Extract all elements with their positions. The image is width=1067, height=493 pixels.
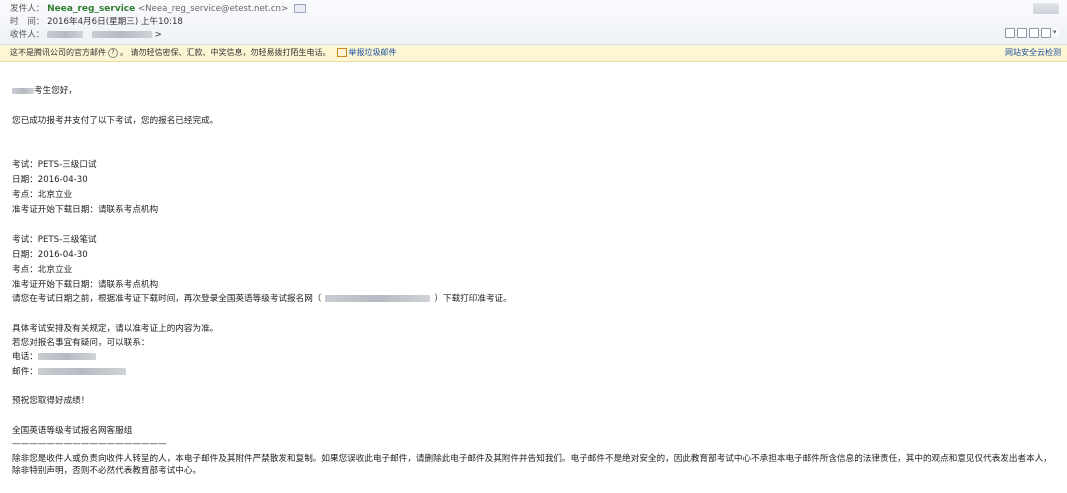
greeting: 考生您好， [34,86,77,96]
exam2-site: 考点：北京立业 [12,265,73,275]
recipient-email-redacted [91,31,152,38]
from-label: 发件人： [10,4,45,14]
chevron-down-icon[interactable]: ▾ [1053,28,1059,36]
warning-caution: 。 请勿轻信密保、汇款、中奖信息，勿轻易拨打陌生电话。 [120,48,331,57]
arrangement-text: 具体考试安排及有关规定，请以准考证上的内容为准。 [12,324,219,334]
original-mail-icon[interactable] [1029,28,1039,38]
greeting-line: 考生您好， [12,86,77,97]
report-spam-link[interactable]: 举报垃圾邮件 [349,48,397,57]
font-size-icon[interactable] [1005,28,1015,38]
email-line: 邮件： [12,367,126,378]
sender-address[interactable]: <Neea_reg_service@etest.net.cn> [138,4,288,14]
email-label: 邮件： [12,367,38,377]
email-header: 发件人： Neea_reg_service <Neea_reg_service@… [0,0,1067,45]
report-icon[interactable] [336,48,347,57]
download-post: ）下载打印准考证。 [434,294,512,304]
conversation-icon[interactable] [1017,28,1027,38]
security-warning-bar: 这不是腾讯公司的官方邮件?。 请勿轻信密保、汇款、中奖信息，勿轻易拨打陌生电话。… [0,45,1067,62]
exam1-site: 考点：北京立业 [12,190,73,200]
recipient-name-redacted [47,31,84,38]
sender-name[interactable]: Neea_reg_service [47,4,135,14]
time-row: 时 间： 2016年4月6日(星期三) 上午10:18 [10,17,183,28]
website-url-redacted [325,295,431,302]
disclaimer: 除非您是收件人或负责向收件人转呈的人，本电子邮件及其附件严禁散发和复制。如果您误… [12,454,1052,476]
wish-text: 预祝您取得好成绩！ [12,396,90,406]
phone-label: 电话： [12,352,38,362]
email-redacted [37,368,126,375]
cloud-security-link[interactable]: 网站安全云检测 [1005,45,1061,61]
phone-line: 电话： [12,352,96,363]
intro-text: 您已成功报考并支付了以下考试，您的报名已经完成。 [12,116,219,126]
exam1-admit: 准考证开始下载日期：请联系考点机构 [12,205,159,215]
name-redacted [12,87,34,94]
from-row: 发件人： Neea_reg_service <Neea_reg_service@… [10,4,306,15]
download-instruction: 请您在考试日期之前，根据准考证下载时间，再次登录全国英语等级考试报名网（ ）下载打… [12,294,512,305]
exam2-date: 日期：2016-04-30 [12,250,88,260]
contact-card-icon[interactable] [293,4,306,13]
avatar [1033,3,1059,14]
to-label: 收件人： [10,30,45,40]
exam2-admit: 准考证开始下载日期：请联系考点机构 [12,280,159,290]
time-value: 2016年4月6日(星期三) 上午10:18 [47,17,183,27]
phone-redacted [37,353,96,360]
signature: 全国英语等级考试报名网客服组 [12,426,133,436]
exam1-date: 日期：2016-04-30 [12,175,88,185]
time-label: 时 间： [10,17,45,27]
help-icon[interactable]: ? [108,47,118,58]
to-suffix: > [154,30,162,40]
warning-text: 这不是腾讯公司的官方邮件 [10,48,106,57]
exam2-name: 考试：PETS-三级笔试 [12,235,97,245]
print-icon[interactable] [1041,28,1051,38]
contact-intro: 若您对报名事宜有疑问，可以联系： [12,338,150,348]
exam1-name: 考试：PETS-三级口试 [12,160,97,170]
download-pre: 请您在考试日期之前，根据准考证下载时间，再次登录全国英语等级考试报名网（ [12,294,322,304]
to-row: 收件人： > [10,30,162,41]
separator-line: —————————————————— [12,439,167,449]
header-toolbar: ▾ [1005,28,1059,38]
